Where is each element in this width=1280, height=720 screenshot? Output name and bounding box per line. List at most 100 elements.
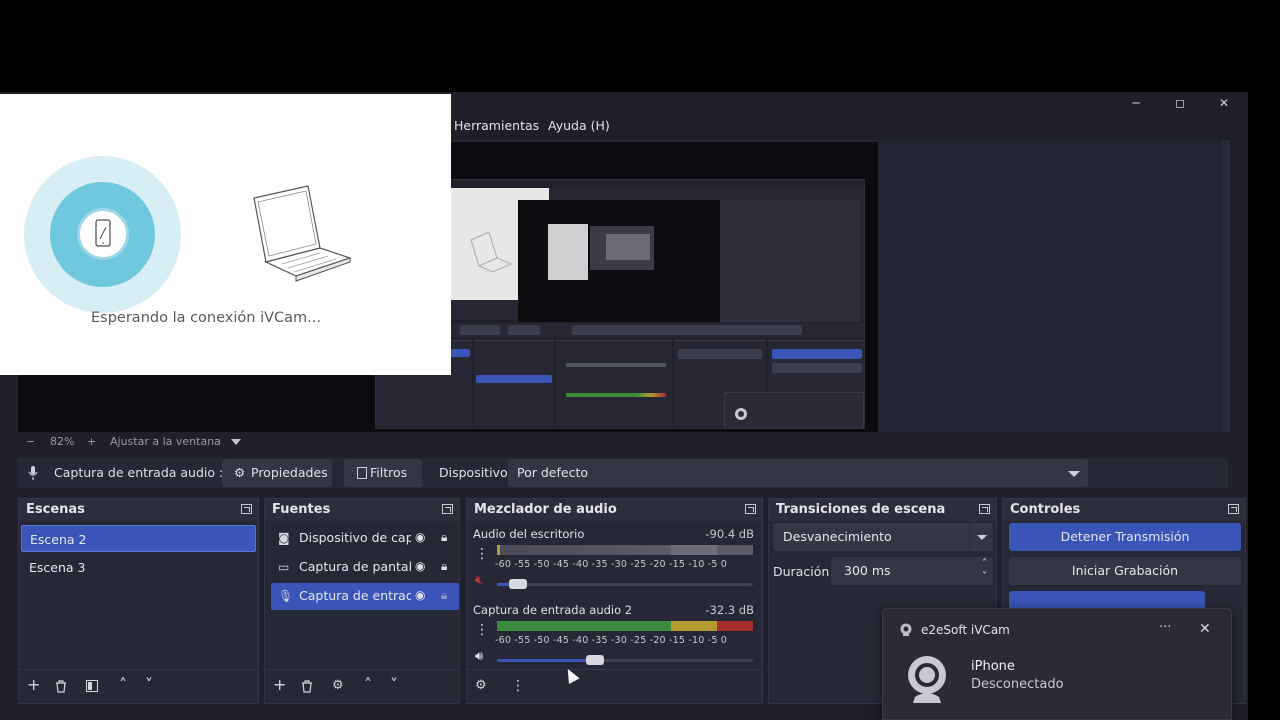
nested-button — [460, 325, 500, 335]
chevron-down-icon[interactable] — [231, 439, 241, 445]
advanced-audio-gear-icon[interactable]: ⚙ — [475, 678, 487, 693]
start-recording-button[interactable]: Iniciar Grabación — [1009, 557, 1241, 585]
transition-select[interactable]: Desvanecimiento — [773, 523, 993, 551]
source-item[interactable]: ▭ Captura de pantalli ◉ 🔒︎ — [271, 554, 459, 581]
lock-icon[interactable]: 🔒︎ — [441, 559, 447, 574]
spin-down-icon[interactable]: ˅ — [982, 571, 987, 583]
move-down-icon[interactable]: ˅ — [145, 675, 153, 694]
source-toolbar: Captura de entrada audio : ⚙ Propiedades… — [18, 458, 1228, 488]
volume-slider[interactable] — [497, 579, 753, 589]
nested-notification — [724, 392, 864, 428]
scenes-header: Escenas — [19, 499, 258, 521]
source-item[interactable]: 🎙︎ Captura de entrada ◉ 🔒︎ — [271, 583, 459, 610]
phone-badge — [77, 208, 129, 260]
filters-button[interactable]: Filtros — [344, 459, 422, 487]
trash-icon[interactable] — [55, 680, 67, 693]
microphone-icon: 🎙︎ — [278, 589, 294, 603]
more-options-icon[interactable]: ··· — [1159, 620, 1171, 635]
lock-icon[interactable]: 🔒︎ — [441, 530, 447, 545]
controls-title: Controles — [1010, 502, 1081, 517]
trash-icon[interactable] — [301, 680, 313, 693]
eye-icon[interactable]: ◉ — [415, 530, 425, 544]
device-select[interactable]: Por defecto — [508, 459, 1088, 487]
undock-icon[interactable] — [442, 504, 453, 514]
gear-icon[interactable]: ⚙ — [332, 678, 344, 693]
properties-label: Propiedades — [251, 465, 328, 480]
connection-status: Esperando la conexión iVCam... — [91, 310, 321, 326]
more-options-icon[interactable]: ⋮ — [511, 678, 525, 694]
nested-meter — [566, 363, 666, 367]
scene-item[interactable]: Escena 2 — [21, 525, 256, 552]
volume-slider[interactable] — [497, 655, 753, 665]
zoom-out-button[interactable]: − — [26, 435, 35, 448]
add-icon[interactable]: + — [27, 675, 40, 694]
undock-icon[interactable] — [241, 504, 252, 514]
lock-icon[interactable]: 🔒︎ — [441, 588, 447, 603]
undock-icon[interactable] — [1228, 504, 1239, 514]
duration-label: Duración — [773, 564, 830, 579]
mixer-channel-db: -90.4 dB — [705, 527, 754, 541]
eye-icon[interactable]: ◉ — [415, 559, 425, 573]
meter-scale: -60 -55 -50 -45 -40 -35 -30 -25 -20 -15 … — [495, 559, 728, 570]
minimize-button[interactable]: ─ — [1124, 94, 1148, 112]
move-up-icon[interactable]: ˄ — [119, 675, 127, 694]
meter-level — [497, 545, 500, 555]
more-options-icon[interactable]: ⋮ — [475, 546, 489, 562]
maximize-button[interactable]: ◻ — [1168, 94, 1192, 112]
toast-notification[interactable]: e2eSoft iVCam ··· ✕ iPhone Desconectado — [882, 608, 1232, 720]
fit-to-window-option[interactable]: Ajustar a la ventana — [110, 435, 221, 448]
scenes-title: Escenas — [26, 502, 85, 517]
audio-meter — [497, 545, 753, 555]
audio-meter — [497, 621, 753, 631]
close-icon[interactable]: ✕ — [1199, 621, 1211, 637]
source-name: Dispositivo de capt — [299, 530, 411, 545]
nested-preview-canvas — [518, 200, 720, 322]
muted-speaker-icon[interactable]: 🔇︎ — [475, 573, 483, 588]
monitor-icon: ▭ — [278, 560, 290, 574]
controls-header: Controles — [1003, 499, 1245, 521]
nested-select — [678, 349, 762, 359]
notification-body: Desconectado — [971, 677, 1064, 692]
volume-slider-handle[interactable] — [586, 655, 605, 665]
zoom-in-button[interactable]: + — [87, 435, 96, 448]
meter-level — [497, 621, 753, 631]
nested-thumb — [548, 224, 588, 280]
nested-sources — [474, 340, 554, 426]
mixer-channel-name: Captura de entrada audio 2 — [473, 603, 633, 617]
undock-icon[interactable] — [745, 504, 756, 514]
mixer-header: Mezclador de audio — [467, 499, 762, 521]
source-item[interactable]: ◙ Dispositivo de capt ◉ 🔒︎ — [271, 525, 459, 552]
filters-label: Filtros — [370, 465, 408, 480]
device-value: Por defecto — [517, 465, 588, 480]
webcam-icon — [908, 656, 946, 703]
volume-slider-handle[interactable] — [509, 579, 528, 589]
chevron-down-icon — [1068, 471, 1080, 477]
spin-up-icon[interactable]: ˄ — [982, 558, 987, 570]
eye-icon[interactable]: ◉ — [415, 588, 425, 602]
preview-scrollbar[interactable] — [1222, 140, 1230, 432]
transition-value: Desvanecimiento — [783, 529, 892, 544]
microphone-icon — [28, 466, 38, 480]
scene-item[interactable]: Escena 3 — [21, 554, 256, 581]
device-label: Dispositivo — [439, 465, 508, 480]
chevron-down-icon — [969, 523, 993, 551]
nested-button — [772, 349, 862, 359]
mixer-channel-db: -32.3 dB — [705, 603, 754, 617]
menu-tools[interactable]: Herramientas — [454, 118, 539, 133]
duration-spinbox[interactable]: 300 ms ˄ ˅ — [831, 557, 993, 585]
properties-button[interactable]: ⚙ Propiedades — [222, 459, 332, 487]
more-options-icon[interactable]: ⋮ — [475, 622, 489, 638]
filter-icon[interactable] — [86, 680, 98, 692]
menu-help[interactable]: Ayuda (H) — [548, 118, 610, 133]
add-icon[interactable]: + — [273, 675, 286, 694]
speaker-icon[interactable]: 🔊︎ — [475, 649, 483, 664]
move-down-icon[interactable]: ˅ — [390, 675, 398, 694]
undock-icon[interactable] — [979, 504, 990, 514]
nested-preview-right — [720, 200, 860, 322]
close-window-button[interactable]: ✕ — [1212, 94, 1236, 112]
duration-value: 300 ms — [844, 563, 891, 578]
move-up-icon[interactable]: ˄ — [364, 675, 372, 694]
mixer-title: Mezclador de audio — [474, 502, 617, 517]
ivcam-app-icon — [900, 623, 912, 636]
stop-streaming-button[interactable]: Detener Transmisión — [1009, 523, 1241, 551]
